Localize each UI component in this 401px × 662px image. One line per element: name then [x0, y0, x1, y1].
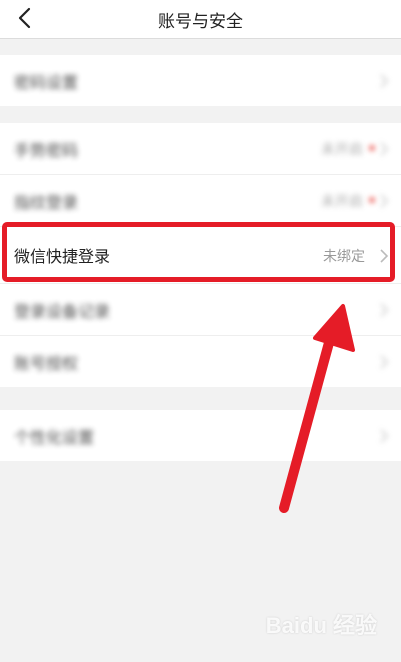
settings-row-fingerprint-login[interactable]: 指纹登录 未开启: [0, 175, 401, 227]
settings-group-personalization: 个性化设置: [0, 410, 401, 461]
highlight-box: [2, 222, 395, 282]
chevron-right-icon: [380, 142, 389, 156]
row-label: 账号授权: [14, 354, 79, 373]
row-label: 登录设备记录: [14, 302, 111, 321]
row-label: 手势密码: [14, 141, 79, 160]
row-value: 未开启: [321, 142, 363, 158]
chevron-right-icon: [380, 194, 389, 208]
row-label: 指纹登录: [14, 193, 79, 212]
row-label: 密码设置: [14, 73, 79, 92]
watermark-logo: Baidu 经验: [265, 613, 377, 638]
row-value: 未开启: [321, 194, 363, 210]
settings-row-login-devices[interactable]: 登录设备记录: [0, 284, 401, 336]
chevron-right-icon: [380, 429, 389, 443]
settings-row-gesture-password[interactable]: 手势密码 未开启: [0, 123, 401, 175]
chevron-right-icon: [380, 355, 389, 369]
status-dot: [369, 145, 375, 151]
row-label: 个性化设置: [14, 428, 95, 447]
chevron-right-icon: [380, 74, 389, 88]
page-title: 账号与安全: [158, 12, 243, 32]
settings-row-account-authorization[interactable]: 账号授权: [0, 336, 401, 387]
settings-row-password[interactable]: 密码设置: [0, 55, 401, 106]
app-header: 账号与安全: [0, 0, 401, 39]
chevron-right-icon: [380, 303, 389, 317]
settings-row-personalization[interactable]: 个性化设置: [0, 410, 401, 461]
status-dot: [369, 197, 375, 203]
settings-group-password: 密码设置: [0, 55, 401, 106]
